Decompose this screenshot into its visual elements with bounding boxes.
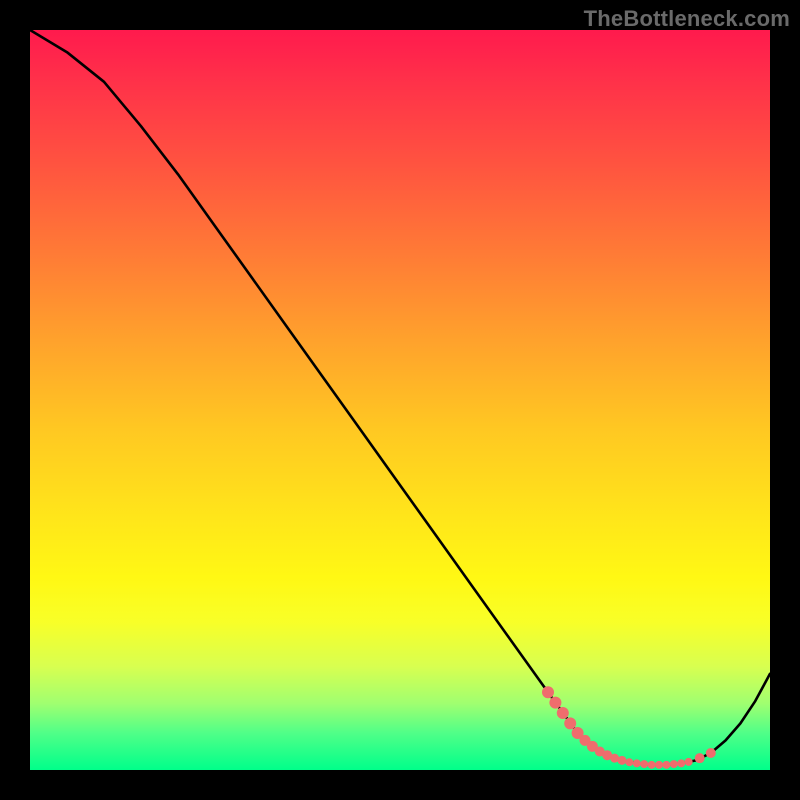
curve-marker	[655, 761, 663, 769]
curve-marker	[670, 760, 678, 768]
curve-marker	[706, 748, 716, 758]
curve-marker	[542, 686, 554, 698]
curve-marker	[648, 761, 656, 769]
curve-marker	[557, 707, 569, 719]
chart-svg	[30, 30, 770, 770]
plot-area	[30, 30, 770, 770]
curve-group	[30, 30, 770, 769]
curve-marker	[549, 697, 561, 709]
curve-marker	[662, 761, 670, 769]
curve-marker	[618, 756, 627, 765]
curve-marker	[633, 759, 641, 767]
curve-marker	[564, 717, 576, 729]
watermark-text: TheBottleneck.com	[584, 6, 790, 32]
curve-marker	[640, 760, 648, 768]
curve-marker	[685, 758, 693, 766]
curve-markers	[542, 686, 716, 769]
chart-container: TheBottleneck.com	[0, 0, 800, 800]
bottleneck-curve	[30, 30, 770, 765]
curve-marker	[625, 758, 633, 766]
curve-marker	[695, 753, 705, 763]
curve-marker	[677, 759, 685, 767]
